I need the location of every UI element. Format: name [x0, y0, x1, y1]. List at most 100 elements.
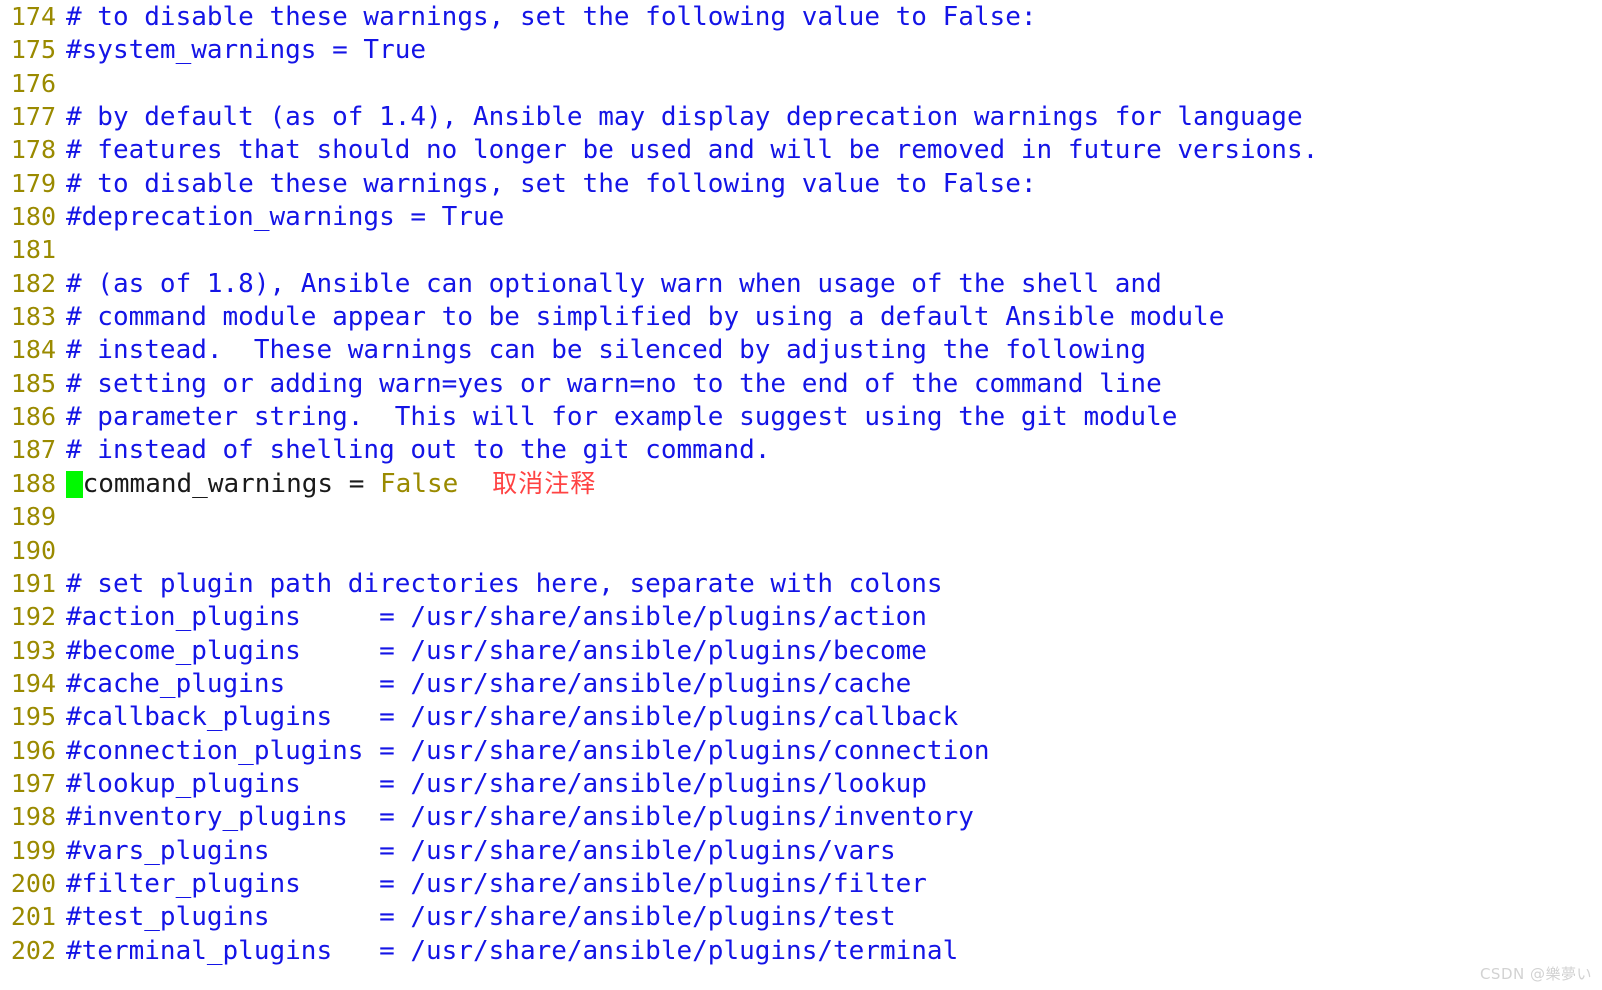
code-line[interactable]: 198 #inventory_plugins = /usr/share/ansib… — [0, 800, 1602, 833]
line-number: 185 — [10, 368, 56, 398]
code-line[interactable]: 197 #lookup_plugins = /usr/share/ansible/… — [0, 767, 1602, 800]
code-line[interactable]: 189 — [0, 500, 1602, 533]
code-line[interactable]: 202 #terminal_plugins = /usr/share/ansibl… — [0, 934, 1602, 967]
line-content[interactable]: # set plugin path directories here, sepa… — [56, 568, 1602, 601]
line-content[interactable]: #connection_plugins = /usr/share/ansible… — [56, 735, 1602, 768]
line-content[interactable]: # features that should no longer be used… — [56, 134, 1602, 167]
line-content[interactable]: #filter_plugins = /usr/share/ansible/plu… — [56, 868, 1602, 901]
code-line[interactable]: 179 # to disable these warnings, set the … — [0, 167, 1602, 200]
code-line[interactable]: 199 #vars_plugins = /usr/share/ansible/pl… — [0, 834, 1602, 867]
config-value-constant: False — [380, 468, 459, 499]
line-content[interactable]: #callback_plugins = /usr/share/ansible/p… — [56, 701, 1602, 734]
comment-text: #become_plugins = /usr/share/ansible/plu… — [66, 635, 927, 666]
line-number: 188 — [10, 468, 56, 498]
config-key-assignment: command_warnings = — [82, 468, 381, 499]
line-number: 186 — [10, 402, 56, 432]
line-content[interactable]: command_warnings = False 取消注释 — [56, 467, 1602, 501]
code-line[interactable]: 191 # set plugin path directories here, s… — [0, 567, 1602, 600]
line-content[interactable]: #cache_plugins = /usr/share/ansible/plug… — [56, 668, 1602, 701]
comment-text: #vars_plugins = /usr/share/ansible/plugi… — [66, 835, 896, 866]
code-line[interactable]: 187 # instead of shelling out to the git … — [0, 433, 1602, 466]
comment-text: # to disable these warnings, set the fol… — [66, 168, 1037, 199]
line-content[interactable]: # instead. These warnings can be silence… — [56, 334, 1602, 367]
line-content[interactable]: # instead of shelling out to the git com… — [56, 434, 1602, 467]
line-number: 178 — [10, 135, 56, 165]
line-content[interactable]: #system_warnings = True — [56, 34, 1602, 67]
code-line[interactable]: 188 command_warnings = False 取消注释 — [0, 467, 1602, 500]
line-number: 194 — [10, 668, 56, 698]
block-cursor — [66, 470, 83, 498]
code-line[interactable]: 190 — [0, 534, 1602, 567]
line-number: 202 — [10, 935, 56, 965]
comment-text: # command module appear to be simplified… — [66, 302, 1225, 333]
code-line[interactable]: 178 # features that should no longer be u… — [0, 133, 1602, 166]
code-line[interactable]: 180 #deprecation_warnings = True — [0, 200, 1602, 233]
code-line[interactable]: 192 #action_plugins = /usr/share/ansible/… — [0, 600, 1602, 633]
line-number: 198 — [10, 802, 56, 832]
comment-text: # instead of shelling out to the git com… — [66, 435, 771, 466]
line-content[interactable]: #lookup_plugins = /usr/share/ansible/plu… — [56, 768, 1602, 801]
line-number: 174 — [10, 2, 56, 31]
comment-text: #test_plugins = /usr/share/ansible/plugi… — [66, 902, 896, 933]
comment-text: # (as of 1.8), Ansible can optionally wa… — [66, 268, 1162, 299]
code-line[interactable]: 193 #become_plugins = /usr/share/ansible/… — [0, 634, 1602, 667]
comment-text: #action_plugins = /usr/share/ansible/plu… — [66, 602, 927, 633]
code-line[interactable]: 182 # (as of 1.8), Ansible can optionally… — [0, 267, 1602, 300]
line-content[interactable]: #deprecation_warnings = True — [56, 201, 1602, 234]
line-number: 199 — [10, 835, 56, 865]
line-content[interactable]: # by default (as of 1.4), Ansible may di… — [56, 101, 1602, 134]
line-number: 175 — [10, 35, 56, 65]
line-number: 193 — [10, 635, 56, 665]
comment-text: # by default (as of 1.4), Ansible may di… — [66, 102, 1303, 133]
line-content[interactable]: # to disable these warnings, set the fol… — [56, 168, 1602, 201]
code-line[interactable]: 177 # by default (as of 1.4), Ansible may… — [0, 100, 1602, 133]
comment-text: #lookup_plugins = /usr/share/ansible/plu… — [66, 768, 927, 799]
code-line[interactable]: 186 # parameter string. This will for exa… — [0, 400, 1602, 433]
line-number: 200 — [10, 868, 56, 898]
line-number: 179 — [10, 168, 56, 198]
code-line[interactable]: 181 — [0, 233, 1602, 266]
line-number: 183 — [10, 302, 56, 332]
code-editor-viewport[interactable]: 174 # to disable these warnings, set the … — [0, 0, 1602, 990]
line-number: 190 — [10, 535, 56, 565]
comment-text: # instead. These warnings can be silence… — [66, 335, 1147, 366]
code-line[interactable]: 174 # to disable these warnings, set the … — [0, 0, 1602, 33]
comment-text: # parameter string. This will for exampl… — [66, 402, 1178, 433]
code-line[interactable]: 176 — [0, 67, 1602, 100]
comment-text: #terminal_plugins = /usr/share/ansible/p… — [66, 935, 959, 966]
line-number: 197 — [10, 768, 56, 798]
line-number: 192 — [10, 602, 56, 632]
line-content[interactable]: #test_plugins = /usr/share/ansible/plugi… — [56, 901, 1602, 934]
line-content[interactable]: #vars_plugins = /usr/share/ansible/plugi… — [56, 835, 1602, 868]
code-line[interactable]: 195 #callback_plugins = /usr/share/ansibl… — [0, 700, 1602, 733]
line-content[interactable]: # command module appear to be simplified… — [56, 301, 1602, 334]
comment-text: #cache_plugins = /usr/share/ansible/plug… — [66, 668, 912, 699]
code-line[interactable]: 196 #connection_plugins = /usr/share/ansi… — [0, 734, 1602, 767]
comment-text: # setting or adding warn=yes or warn=no … — [66, 368, 1162, 399]
code-line[interactable]: 184 # instead. These warnings can be sile… — [0, 333, 1602, 366]
comment-text: #inventory_plugins = /usr/share/ansible/… — [66, 802, 974, 833]
line-number: 176 — [10, 68, 56, 98]
comment-text: #callback_plugins = /usr/share/ansible/p… — [66, 702, 959, 733]
line-content[interactable]: #terminal_plugins = /usr/share/ansible/p… — [56, 935, 1602, 968]
code-line[interactable]: 201 #test_plugins = /usr/share/ansible/pl… — [0, 900, 1602, 933]
comment-text: #system_warnings = True — [66, 35, 427, 66]
red-annotation-label: 取消注释 — [492, 468, 597, 498]
code-text-area[interactable]: 174 # to disable these warnings, set the … — [0, 0, 1602, 967]
code-line[interactable]: 183 # command module appear to be simplif… — [0, 300, 1602, 333]
line-content[interactable]: # (as of 1.8), Ansible can optionally wa… — [56, 268, 1602, 301]
line-content[interactable]: # parameter string. This will for exampl… — [56, 401, 1602, 434]
code-line[interactable]: 185 # setting or adding warn=yes or warn=… — [0, 367, 1602, 400]
line-number: 201 — [10, 902, 56, 932]
line-number: 191 — [10, 568, 56, 598]
comment-text: # features that should no longer be used… — [66, 135, 1319, 166]
code-line[interactable]: 200 #filter_plugins = /usr/share/ansible/… — [0, 867, 1602, 900]
line-content[interactable]: #inventory_plugins = /usr/share/ansible/… — [56, 801, 1602, 834]
line-content[interactable]: # to disable these warnings, set the fol… — [56, 1, 1602, 34]
code-line[interactable]: 175 #system_warnings = True — [0, 33, 1602, 66]
line-content[interactable]: #become_plugins = /usr/share/ansible/plu… — [56, 635, 1602, 668]
line-content[interactable]: # setting or adding warn=yes or warn=no … — [56, 368, 1602, 401]
code-line[interactable]: 194 #cache_plugins = /usr/share/ansible/p… — [0, 667, 1602, 700]
line-content[interactable]: #action_plugins = /usr/share/ansible/plu… — [56, 601, 1602, 634]
line-number: 189 — [10, 502, 56, 532]
